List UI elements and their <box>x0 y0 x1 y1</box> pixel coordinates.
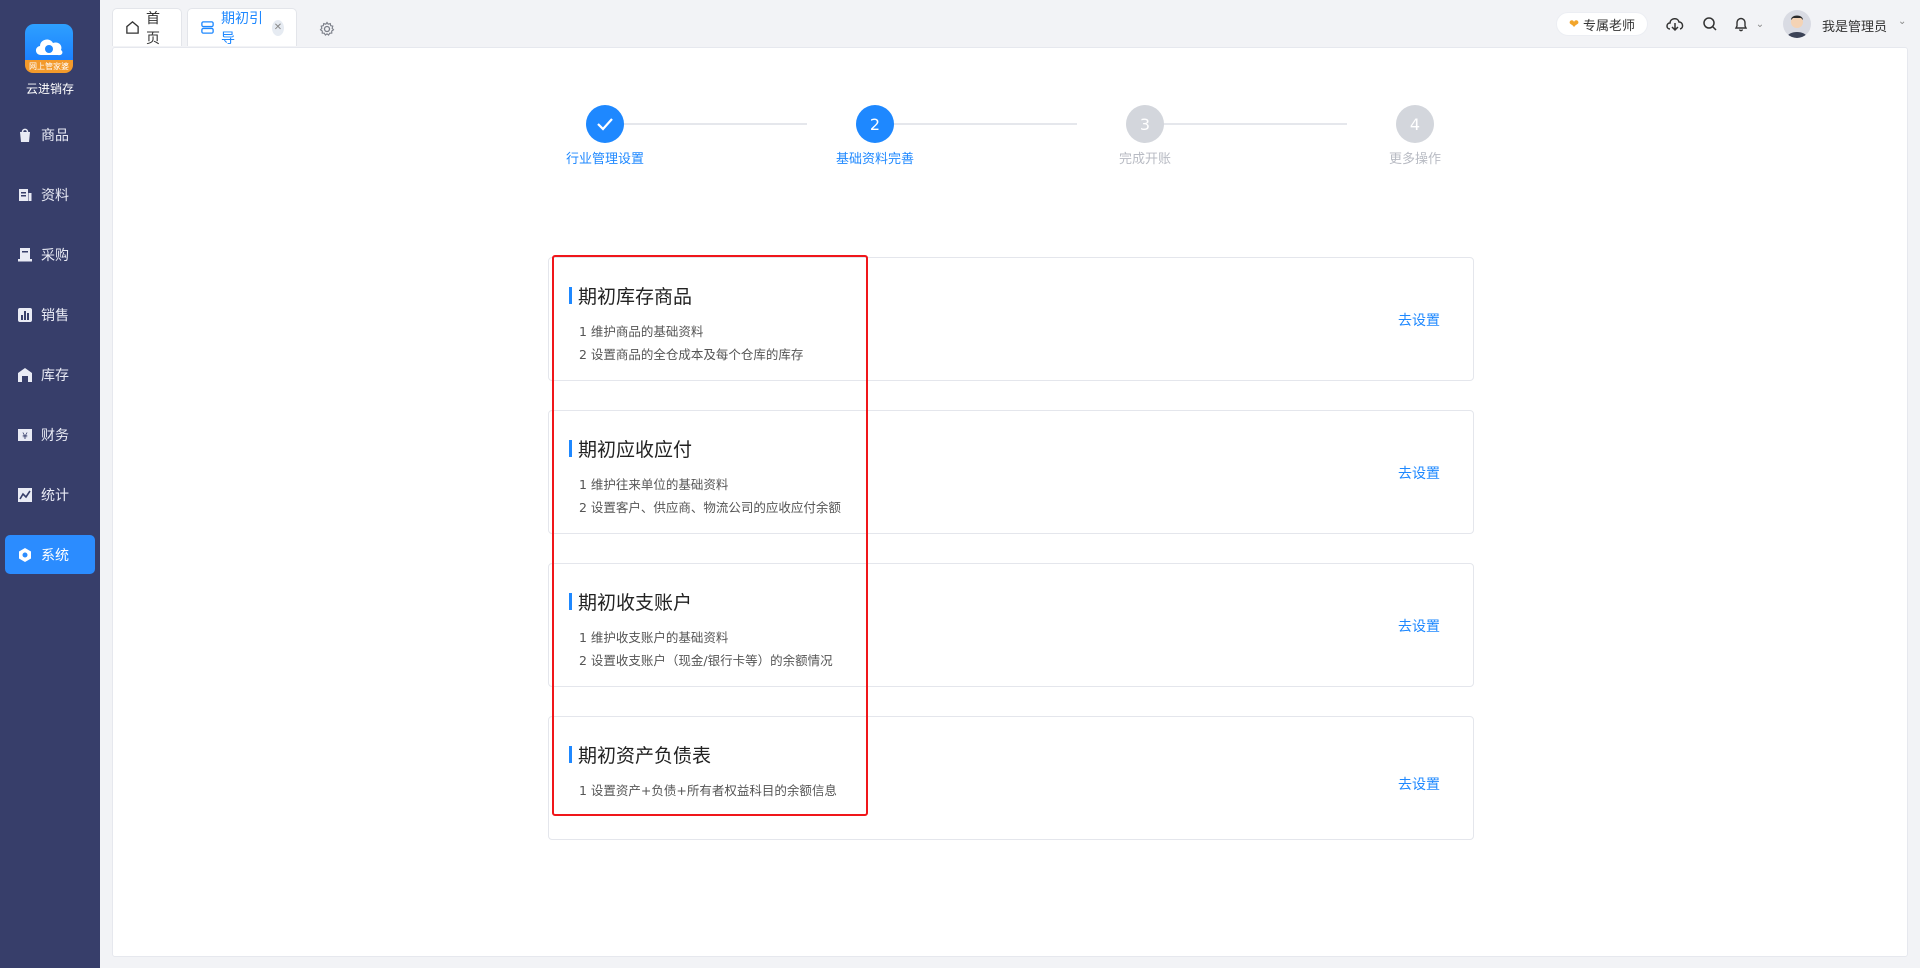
tab-label: 首页 <box>146 10 160 47</box>
document-icon <box>15 185 35 205</box>
step-connector <box>605 123 807 125</box>
bag-icon <box>15 125 35 145</box>
step-1-done <box>586 105 624 143</box>
step-3-number: 3 <box>1126 105 1164 143</box>
user-name[interactable]: 我是管理员 <box>1822 16 1887 35</box>
go-setup-link[interactable]: 去设置 <box>1398 310 1440 330</box>
card-desc-line: 2 设置收支账户（现金/银行卡等）的余额情况 <box>579 653 833 668</box>
step-connector <box>875 123 1077 125</box>
go-setup-link[interactable]: 去设置 <box>1398 774 1440 794</box>
sidebar-item-label: 系统 <box>41 547 69 564</box>
sidebar: 网上管家婆 云进销存 商品 资料 采购 销售 库存 ¥ 财务 统计 系统 <box>0 0 100 968</box>
finance-icon: ¥ <box>15 425 35 445</box>
step-2-label: 基础资料完善 <box>835 152 914 167</box>
cloud-download-icon[interactable] <box>1665 14 1685 34</box>
close-icon[interactable]: ✕ <box>272 19 284 36</box>
main-content: 行业管理设置 2 基础资料完善 3 完成开账 4 更多操作 期初库存商品 1 维… <box>112 47 1908 957</box>
sidebar-item-purchase[interactable]: 采购 <box>5 235 95 274</box>
logo-banner: 网上管家婆 <box>25 60 73 73</box>
sidebar-item-goods[interactable]: 商品 <box>5 115 95 154</box>
avatar[interactable] <box>1783 10 1811 38</box>
card-payment-accounts: 期初收支账户 1 维护收支账户的基础资料 2 设置收支账户（现金/银行卡等）的余… <box>548 563 1474 687</box>
search-icon[interactable] <box>1700 14 1720 34</box>
step-connector <box>1145 123 1347 125</box>
card-desc-line: 1 设置资产+负债+所有者权益科目的余额信息 <box>579 783 837 798</box>
card-initial-inventory: 期初库存商品 1 维护商品的基础资料 2 设置商品的全仓成本及每个仓库的库存 去… <box>548 257 1474 381</box>
card-desc-line: 1 维护往来单位的基础资料 <box>579 477 729 492</box>
server-icon <box>200 20 215 35</box>
card-desc-line: 2 设置商品的全仓成本及每个仓库的库存 <box>579 347 804 362</box>
sidebar-item-label: 统计 <box>41 487 69 504</box>
trend-icon <box>15 485 35 505</box>
step-4-label: 更多操作 <box>1388 152 1441 167</box>
tab-initial-guide[interactable]: 期初引导 ✕ <box>187 8 297 47</box>
exclusive-teacher-button[interactable]: ❤ 专属老师 <box>1556 12 1648 36</box>
chevron-down-icon[interactable]: ⌄ <box>1750 14 1770 34</box>
card-receivable-payable: 期初应收应付 1 维护往来单位的基础资料 2 设置客户、供应商、物流公司的应收应… <box>548 410 1474 534</box>
sidebar-item-sales[interactable]: 销售 <box>5 295 95 334</box>
step-2-number: 2 <box>856 105 894 143</box>
card-title: 期初资产负债表 <box>569 741 711 768</box>
go-setup-link[interactable]: 去设置 <box>1398 616 1440 636</box>
card-title: 期初应收应付 <box>569 435 692 462</box>
purchase-icon <box>15 245 35 265</box>
svg-text:¥: ¥ <box>22 432 28 442</box>
sidebar-item-label: 资料 <box>41 187 69 204</box>
teacher-label: 专属老师 <box>1583 18 1636 34</box>
app-name: 云进销存 <box>25 82 74 96</box>
check-icon <box>597 118 613 131</box>
home-icon <box>125 20 140 35</box>
card-desc-line: 2 设置客户、供应商、物流公司的应收应付余额 <box>579 500 841 515</box>
gear-icon[interactable] <box>318 20 336 38</box>
chart-bar-icon <box>15 305 35 325</box>
sidebar-item-label: 销售 <box>41 307 69 324</box>
sidebar-item-label: 库存 <box>41 367 69 384</box>
progress-steps: 行业管理设置 2 基础资料完善 3 完成开账 4 更多操作 <box>113 48 1907 208</box>
heart-icon: ❤ <box>1568 17 1580 31</box>
card-title: 期初收支账户 <box>569 588 692 615</box>
chevron-down-icon[interactable]: ⌄ <box>1898 16 1906 27</box>
sidebar-item-data[interactable]: 资料 <box>5 175 95 214</box>
hexagon-icon <box>15 545 35 565</box>
card-title: 期初库存商品 <box>569 282 692 309</box>
tab-home[interactable]: 首页 <box>112 8 182 47</box>
sidebar-item-system[interactable]: 系统 <box>5 535 95 574</box>
step-1-label: 行业管理设置 <box>565 152 644 167</box>
go-setup-link[interactable]: 去设置 <box>1398 463 1440 483</box>
card-desc-line: 1 维护商品的基础资料 <box>579 324 704 339</box>
warehouse-icon <box>15 365 35 385</box>
bell-icon[interactable] <box>1731 14 1751 34</box>
card-balance-sheet: 期初资产负债表 1 设置资产+负债+所有者权益科目的余额信息 去设置 <box>548 716 1474 840</box>
sidebar-item-label: 商品 <box>41 127 69 144</box>
card-desc-line: 1 维护收支账户的基础资料 <box>579 630 729 645</box>
sidebar-item-label: 财务 <box>41 427 69 444</box>
step-3-label: 完成开账 <box>1118 152 1171 167</box>
app-logo[interactable]: 网上管家婆 云进销存 <box>0 0 100 105</box>
sidebar-item-statistics[interactable]: 统计 <box>5 475 95 514</box>
sidebar-item-inventory[interactable]: 库存 <box>5 355 95 394</box>
step-4-number: 4 <box>1396 105 1434 143</box>
tab-label: 期初引导 <box>221 10 263 47</box>
sidebar-item-label: 采购 <box>41 247 69 264</box>
sidebar-item-finance[interactable]: ¥ 财务 <box>5 415 95 454</box>
